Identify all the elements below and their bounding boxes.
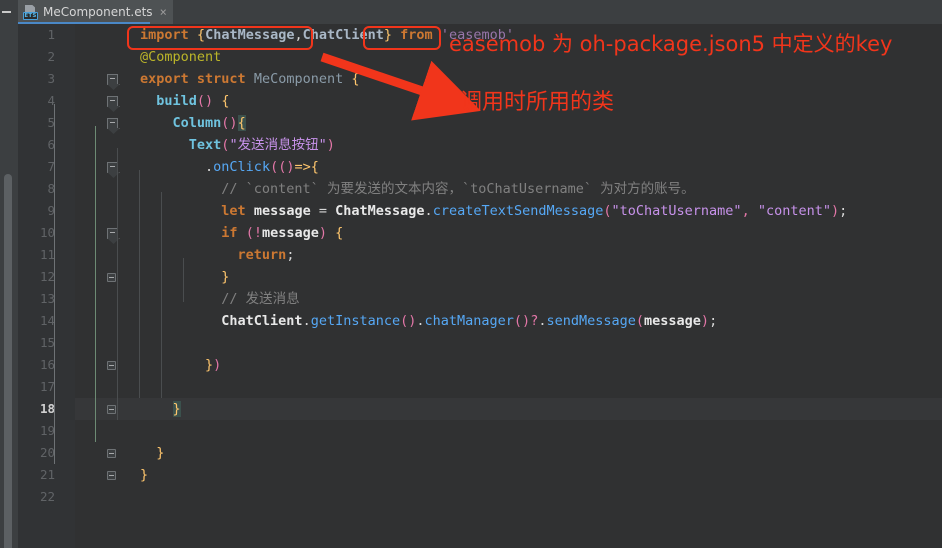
code-line[interactable]: 19 xyxy=(40,420,942,442)
code-text: if (!message) { xyxy=(221,225,344,241)
code-fold-toggle[interactable] xyxy=(107,361,116,370)
code-line[interactable]: 22 xyxy=(40,486,942,508)
line-number: 13 xyxy=(39,291,55,306)
ets-file-icon: ETS xyxy=(23,4,38,20)
code-line[interactable]: 13 // 发送消息 xyxy=(40,288,942,310)
line-number: 11 xyxy=(39,247,55,262)
code-line[interactable]: 4 build() { xyxy=(47,90,942,112)
vertical-scrollbar-thumb[interactable] xyxy=(4,174,12,548)
code-text: let message = ChatMessage.createTextSend… xyxy=(221,203,848,219)
minimize-icon[interactable] xyxy=(2,11,11,13)
code-fold-toggle[interactable] xyxy=(107,405,116,414)
ets-badge-label: ETS xyxy=(23,11,38,20)
code-line[interactable]: 16 }) xyxy=(40,354,942,376)
code-text: // 发送消息 xyxy=(221,291,300,307)
line-number: 8 xyxy=(47,181,55,196)
line-number: 3 xyxy=(47,71,55,86)
ide-window: ETS MeComponent.ets × 1 import {ChatMessa… xyxy=(0,0,942,548)
line-number: 12 xyxy=(39,269,55,284)
line-number: 15 xyxy=(39,335,55,350)
code-line[interactable]: 1 import {ChatMessage,ChatClient} from 'e… xyxy=(47,24,942,46)
indent-guide xyxy=(161,192,162,398)
line-number: 19 xyxy=(39,423,55,438)
line-number: 14 xyxy=(39,313,55,328)
code-text: } xyxy=(221,269,230,285)
line-number: 21 xyxy=(39,467,55,482)
line-number: 10 xyxy=(39,225,55,240)
code-editor[interactable]: 1 import {ChatMessage,ChatClient} from 'e… xyxy=(18,24,942,548)
tab-mecomponent-ets[interactable]: ETS MeComponent.ets × xyxy=(18,0,173,24)
code-text: // `content` 为要发送的文本内容，`toChatUsername` … xyxy=(221,181,695,197)
left-strip xyxy=(0,24,18,548)
code-fold-toggle[interactable] xyxy=(107,273,116,282)
code-text: } xyxy=(140,467,149,483)
line-number: 7 xyxy=(47,159,55,174)
code-line[interactable]: 18 } xyxy=(40,398,942,420)
tab-title: MeComponent.ets xyxy=(43,5,153,19)
code-text: }) xyxy=(205,357,222,373)
code-line[interactable]: 7 .onClick(()=>{ xyxy=(47,156,942,178)
code-line[interactable]: 11 return; xyxy=(40,244,942,266)
fold-connector-line xyxy=(54,104,55,442)
code-line[interactable]: 17 xyxy=(40,376,942,398)
code-text: import {ChatMessage,ChatClient} from 'ea… xyxy=(140,27,514,43)
code-line[interactable]: 14 ChatClient.getInstance().chatManager(… xyxy=(40,310,942,332)
indent-guide xyxy=(117,148,118,420)
code-text: build() { xyxy=(156,93,230,109)
code-text: } xyxy=(156,445,165,461)
close-icon[interactable]: × xyxy=(158,5,167,19)
code-line[interactable]: 9 let message = ChatMessage.createTextSe… xyxy=(47,200,942,222)
line-number: 6 xyxy=(47,137,55,152)
code-text: ChatClient.getInstance().chatManager()?.… xyxy=(221,313,718,329)
line-number: 18 xyxy=(39,401,55,416)
code-line[interactable]: 2 @Component xyxy=(47,46,942,68)
code-line[interactable]: 15 xyxy=(40,332,942,354)
code-fold-toggle[interactable] xyxy=(107,96,118,107)
line-number: 16 xyxy=(39,357,55,372)
code-fold-toggle[interactable] xyxy=(107,471,116,480)
line-number: 22 xyxy=(39,489,55,504)
code-line[interactable]: 8 // `content` 为要发送的文本内容，`toChatUsername… xyxy=(47,178,942,200)
window-left-edge xyxy=(0,0,18,24)
editor-tab-bar: ETS MeComponent.ets × xyxy=(0,0,942,24)
code-line[interactable]: 3 export struct MeComponent { xyxy=(47,68,942,90)
indent-guide xyxy=(95,126,96,442)
code-text: Text("发送消息按钮") xyxy=(188,137,335,153)
code-line[interactable]: 20 } xyxy=(40,442,942,464)
code-text: return; xyxy=(237,247,295,263)
code-line[interactable]: 12 } xyxy=(40,266,942,288)
code-text: Column(){ xyxy=(172,115,246,131)
code-line[interactable]: 6 Text("发送消息按钮") xyxy=(47,134,942,156)
code-text: } xyxy=(172,401,181,417)
line-number: 20 xyxy=(39,445,55,460)
indent-guide xyxy=(139,170,140,398)
code-text: .onClick(()=>{ xyxy=(205,159,319,175)
line-number: 2 xyxy=(47,49,55,64)
code-text: @Component xyxy=(140,49,222,65)
code-content[interactable]: 1 import {ChatMessage,ChatClient} from 'e… xyxy=(40,24,942,548)
code-line[interactable]: 21} xyxy=(40,464,942,486)
line-number: 5 xyxy=(47,115,55,130)
line-number: 9 xyxy=(47,203,55,218)
fold-connector-line xyxy=(54,442,55,464)
code-fold-toggle[interactable] xyxy=(107,74,118,85)
line-number: 17 xyxy=(39,379,55,394)
code-line[interactable]: 10 if (!message) { xyxy=(40,222,942,244)
code-line[interactable]: 5 Column(){ xyxy=(47,112,942,134)
indent-guide xyxy=(183,258,184,302)
code-fold-toggle[interactable] xyxy=(107,449,116,458)
line-number: 4 xyxy=(47,93,55,108)
code-fold-toggle[interactable] xyxy=(107,118,118,129)
line-number: 1 xyxy=(47,27,55,42)
code-text: export struct MeComponent { xyxy=(140,71,360,87)
